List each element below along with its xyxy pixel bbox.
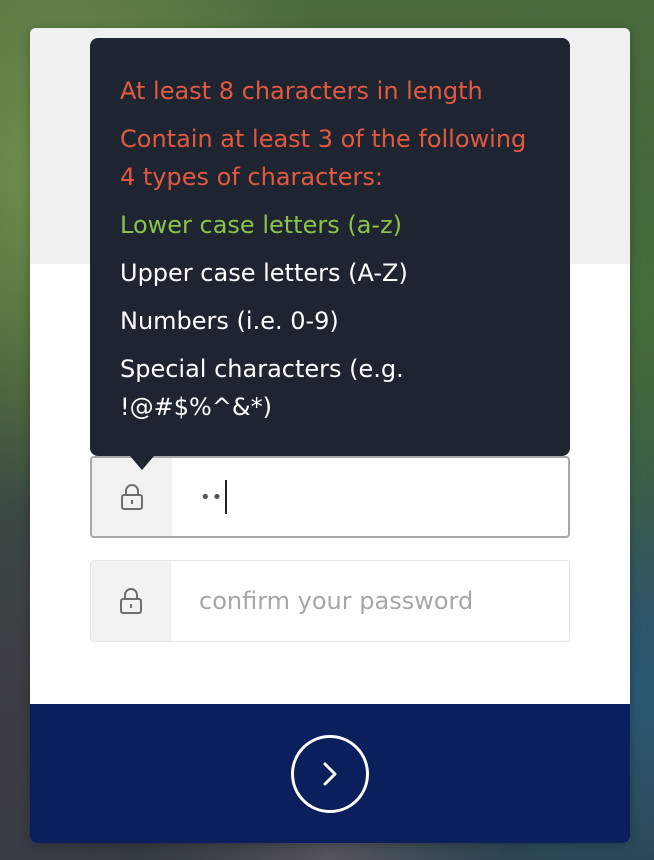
confirm-icon-cell [91, 561, 171, 641]
password-requirements-tooltip: At least 8 characters in length Contain … [90, 38, 570, 470]
card-footer [30, 704, 630, 843]
submit-button[interactable] [291, 734, 369, 813]
rule-numbers: Numbers (i.e. 0-9) [120, 307, 339, 335]
rule-uppercase: Upper case letters (A-Z) [120, 259, 408, 287]
password-input[interactable]: •• [172, 458, 568, 536]
rule-length: At least 8 characters in length [120, 77, 483, 105]
tooltip-arrow [130, 456, 154, 470]
rule-lowercase: Lower case letters (a-z) [120, 211, 403, 239]
confirm-password-field[interactable]: confirm your password [90, 560, 570, 642]
password-masked-value: •• [200, 486, 224, 508]
password-field[interactable]: •• [90, 456, 570, 538]
text-caret [225, 480, 228, 514]
lock-icon [121, 484, 143, 510]
rule-types: Contain at least 3 of the following 4 ty… [120, 125, 527, 191]
lock-icon [120, 588, 142, 614]
rule-special: Special characters (e.g. !@#$%^&*) [120, 355, 404, 421]
confirm-password-placeholder: confirm your password [199, 587, 474, 615]
chevron-right-icon [323, 762, 337, 785]
confirm-password-input[interactable]: confirm your password [171, 561, 569, 641]
